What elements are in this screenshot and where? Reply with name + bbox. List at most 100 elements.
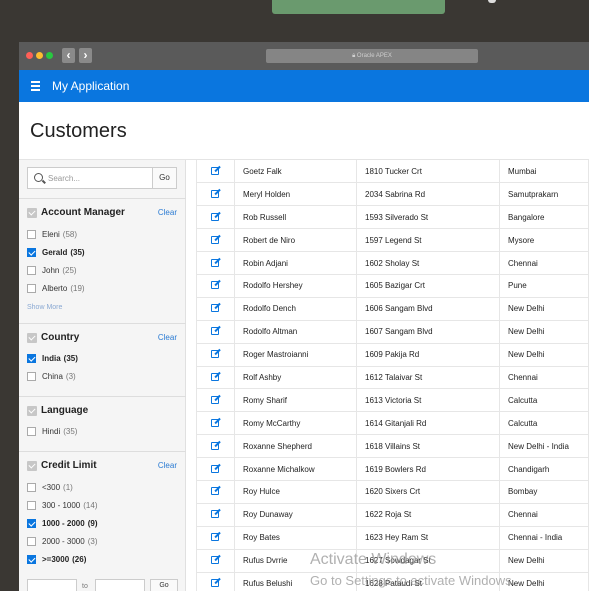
city-cell: Chennai xyxy=(499,503,589,527)
table-row: Roger Mastroianni 1609 Pakija Rd New Delhi xyxy=(196,343,589,367)
edit-icon[interactable] xyxy=(211,577,221,587)
address-cell: 1810 Tucker Crt xyxy=(356,160,500,184)
maximize-window-button[interactable] xyxy=(46,52,53,59)
facet-header[interactable]: Country xyxy=(27,332,79,343)
checkbox[interactable] xyxy=(27,537,36,546)
checkbox-checked[interactable] xyxy=(27,555,36,564)
app-header: My Application xyxy=(19,70,589,102)
city-cell: New Delhi xyxy=(499,343,589,367)
edit-cell xyxy=(196,388,235,413)
edit-icon[interactable] xyxy=(211,509,221,519)
option-alberto[interactable]: Alberto (19) xyxy=(27,284,85,293)
option-eleni[interactable]: Eleni (58) xyxy=(27,230,77,239)
table-row: Rob Russell 1593 Silverado St Bangalore xyxy=(196,205,589,230)
edit-cell xyxy=(196,297,235,321)
checkbox[interactable] xyxy=(27,284,36,293)
address-bar[interactable]: 🔒︎ Oracle APEX xyxy=(266,49,478,63)
checkbox-checked[interactable] xyxy=(27,354,36,363)
table-row: Rolf Ashby 1612 Talaivar St Chennai xyxy=(196,366,589,390)
edit-cell xyxy=(196,503,235,527)
city-cell: Bangalore xyxy=(499,205,589,230)
customer-name-cell: Roy Hulce xyxy=(234,480,357,504)
close-window-button[interactable] xyxy=(26,52,33,59)
option-300-1000[interactable]: 300 - 1000 (14) xyxy=(27,501,98,510)
table-row: Rodolfo Altman 1607 Sangam Blvd New Delhi xyxy=(196,320,589,344)
city-cell: New Delhi xyxy=(499,320,589,344)
option-under-300[interactable]: <300 (1) xyxy=(27,483,73,492)
facet-title: Country xyxy=(41,332,80,343)
edit-cell xyxy=(196,549,235,573)
clear-credit-limit-link[interactable]: Clear xyxy=(158,461,177,470)
city-cell: Samutprakarn xyxy=(499,182,589,207)
city-cell: Chandigarh xyxy=(499,457,589,481)
clear-country-link[interactable]: Clear xyxy=(158,333,177,342)
menu-icon[interactable] xyxy=(31,81,40,93)
table-row: Roxanne Shepherd 1618 Villains St New Delh… xyxy=(196,434,589,459)
customer-name-cell: Roxanne Michalkow xyxy=(234,457,357,481)
edit-icon[interactable] xyxy=(211,394,221,404)
checkbox[interactable] xyxy=(27,427,36,436)
option-1000-2000[interactable]: 1000 - 2000 (9) xyxy=(27,519,97,528)
option-india[interactable]: India (35) xyxy=(27,354,78,363)
edit-icon[interactable] xyxy=(211,531,221,542)
edit-icon[interactable] xyxy=(211,486,221,496)
collapse-icon xyxy=(27,207,37,218)
faceted-search-sidebar: Search... Go Account Manager Clear Eleni… xyxy=(19,160,186,591)
facet-language: Language Hindi (35) xyxy=(19,396,186,451)
edit-icon[interactable] xyxy=(211,257,221,267)
edit-icon[interactable] xyxy=(211,280,221,290)
clear-account-manager-link[interactable]: Clear xyxy=(158,208,177,217)
checkbox[interactable] xyxy=(27,372,36,381)
edit-icon[interactable] xyxy=(211,371,221,381)
checkbox[interactable] xyxy=(27,501,36,510)
edit-icon[interactable] xyxy=(211,440,221,450)
option-hindi[interactable]: Hindi (35) xyxy=(27,427,77,436)
option-2000-3000[interactable]: 2000 - 3000 (3) xyxy=(27,537,97,546)
search-field[interactable]: Search... Go xyxy=(27,167,177,189)
minimize-window-button[interactable] xyxy=(36,52,43,59)
edit-icon[interactable] xyxy=(211,303,221,313)
edit-icon[interactable] xyxy=(211,417,221,427)
edit-icon[interactable] xyxy=(211,188,221,198)
facet-header[interactable]: Credit Limit xyxy=(27,460,97,471)
address-cell: 1614 Gitanjali Rd xyxy=(356,411,500,436)
option-over-3000[interactable]: >=3000 (26) xyxy=(27,555,86,564)
range-go-button[interactable]: Go xyxy=(150,579,178,591)
checkbox-checked[interactable] xyxy=(27,248,36,257)
table-row: Romy Sharif 1613 Victoria St Calcutta xyxy=(196,388,589,413)
show-more-link[interactable]: Show More xyxy=(27,304,62,311)
table-row: Goetz Falk 1810 Tucker Crt Mumbai xyxy=(196,160,589,184)
edit-icon[interactable] xyxy=(211,211,221,221)
address-cell: 1623 Hey Ram St xyxy=(356,526,500,550)
facet-header[interactable]: Language xyxy=(27,405,88,416)
app-title[interactable]: My Application xyxy=(52,79,129,93)
checkbox-checked[interactable] xyxy=(27,519,36,528)
range-from-input[interactable] xyxy=(27,579,77,591)
option-john[interactable]: John (25) xyxy=(27,266,77,275)
back-button[interactable]: ‹ xyxy=(62,48,75,63)
edit-cell xyxy=(196,205,235,230)
address-cell: 1593 Silverado St xyxy=(356,205,500,230)
checkbox[interactable] xyxy=(27,230,36,239)
table-row: Romy McCarthy 1614 Gitanjali Rd Calcutta xyxy=(196,411,589,436)
edit-cell xyxy=(196,182,235,207)
checkbox[interactable] xyxy=(27,266,36,275)
edit-icon[interactable] xyxy=(211,463,221,473)
table-row: Roxanne Michalkow 1619 Bowlers Rd Chandiga… xyxy=(196,457,589,481)
edit-cell xyxy=(196,251,235,275)
facet-header[interactable]: Account Manager xyxy=(27,207,125,218)
checkbox[interactable] xyxy=(27,483,36,492)
edit-icon[interactable] xyxy=(211,554,221,565)
option-china[interactable]: China (3) xyxy=(27,372,76,381)
search-go-button[interactable]: Go xyxy=(152,168,176,188)
option-gerald[interactable]: Gerald (35) xyxy=(27,248,85,257)
edit-cell xyxy=(196,228,235,253)
edit-cell xyxy=(196,320,235,344)
edit-icon[interactable] xyxy=(211,234,221,244)
edit-icon[interactable] xyxy=(211,325,221,336)
edit-icon[interactable] xyxy=(211,165,221,175)
forward-button[interactable]: › xyxy=(79,48,92,63)
edit-icon[interactable] xyxy=(211,348,221,359)
city-cell: Chennai xyxy=(499,366,589,390)
range-to-input[interactable] xyxy=(95,579,145,591)
